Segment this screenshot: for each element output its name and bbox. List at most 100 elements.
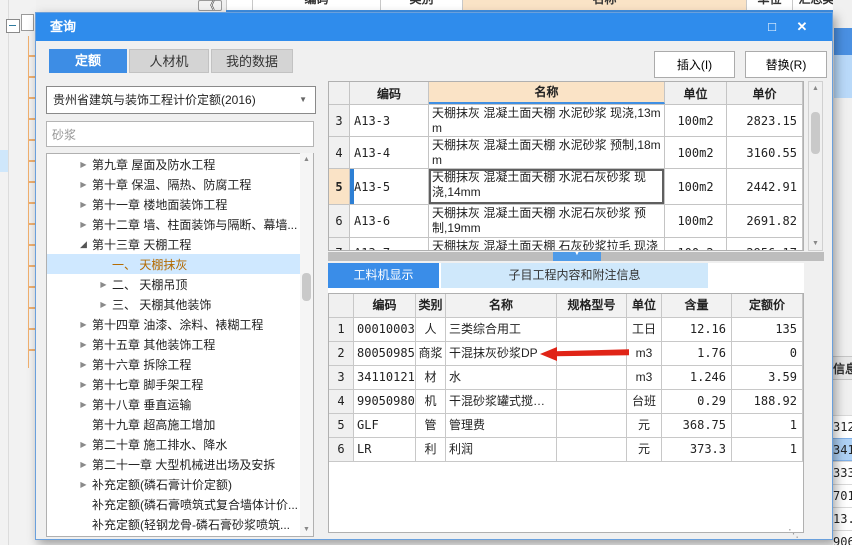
tree-scrollbar[interactable]: ▲ ▼ xyxy=(300,153,313,536)
tree-item[interactable]: 补充定额(预拌磷石膏-磷石膏砂浆喷筑... xyxy=(47,534,313,536)
column-header-name: 名称 xyxy=(462,0,746,10)
tree-item[interactable]: 二、 天棚吊顶 xyxy=(47,274,313,294)
tree-item[interactable]: 第十一章 楼地面装饰工程 xyxy=(47,194,313,214)
tree-item[interactable]: 三、 天棚其他装饰 xyxy=(47,294,313,314)
chevron-right-icon[interactable] xyxy=(97,280,110,289)
resize-grip-icon[interactable]: ⋱ xyxy=(788,527,799,539)
tab-labor-material-machine[interactable]: 人材机 xyxy=(129,49,209,73)
scroll-up-icon[interactable]: ▲ xyxy=(809,82,822,95)
background-selection-strip xyxy=(0,150,8,172)
table-row[interactable]: 3 A13-3 天棚抹灰 混凝土面天棚 水泥砂浆 现浇,13mm 100m2 2… xyxy=(329,105,803,137)
chevron-right-icon[interactable] xyxy=(77,400,90,409)
header-spec: 规格型号 xyxy=(557,294,627,317)
tree-item[interactable]: 第二十一章 大型机械进出场及安拆 xyxy=(47,454,313,474)
tab-quota[interactable]: 定额 xyxy=(49,49,127,73)
table-row[interactable]: 6 LR 利 利润 元 373.3 1 xyxy=(329,438,803,462)
table-row[interactable]: 5 GLF 管 管理费 元 368.75 1 xyxy=(329,414,803,438)
splitter-handle[interactable] xyxy=(553,252,601,261)
tree-item[interactable]: 第十四章 油漆、涂料、裱糊工程 xyxy=(47,314,313,334)
table-row[interactable]: 4 99050980 机 干混砂浆罐式搅… 台班 0.29 188.92 xyxy=(329,390,803,414)
table-row[interactable]: 3 34110121 材 水 m3 1.246 3.59 xyxy=(329,366,803,390)
chevron-right-icon[interactable] xyxy=(77,360,90,369)
detail-tab-bar: 工料机显示 子目工程内容和附注信息 xyxy=(328,263,804,293)
chevron-right-icon[interactable] xyxy=(77,180,90,189)
quota-scrollbar[interactable]: ▲ ▼ xyxy=(808,81,823,251)
tree-item[interactable]: 第十九章 超高施工增加 xyxy=(47,414,313,434)
chevron-right-icon[interactable] xyxy=(77,200,90,209)
header-unit: 单位 xyxy=(665,82,727,104)
background-left-panel xyxy=(0,0,36,545)
horizontal-scrollbar[interactable] xyxy=(328,252,824,261)
column-header-unit: 单位 xyxy=(746,0,792,10)
background-table-header: 《 编码 类别 名称 单位 汇总类别 xyxy=(198,0,852,12)
header-price: 单价 xyxy=(727,82,803,104)
tree-item[interactable]: 第十二章 墙、柱面装饰与隔断、幕墙... xyxy=(47,214,313,234)
insert-button[interactable]: 插入(I) xyxy=(654,51,735,78)
header-unit: 单位 xyxy=(627,294,662,317)
column-header xyxy=(226,0,252,10)
table-row[interactable]: 6 A13-6 天棚抹灰 混凝土面天棚 水泥石灰砂浆 预制,19mm 100m2… xyxy=(329,205,803,238)
quota-library-value: 贵州省建筑与装饰工程计价定额(2016) xyxy=(53,93,256,107)
divider xyxy=(8,0,9,545)
chevron-right-icon[interactable] xyxy=(77,340,90,349)
background-value: 13. xyxy=(833,507,852,530)
close-icon[interactable]: ✕ xyxy=(790,13,814,41)
scroll-up-icon[interactable]: ▲ xyxy=(300,153,313,166)
table-row-selected[interactable]: 5 A13-5 天棚抹灰 混凝土面天棚 水泥石灰砂浆 现浇,14mm 100m2… xyxy=(329,169,803,205)
chevron-right-icon[interactable] xyxy=(77,380,90,389)
tab-work-content-notes[interactable]: 子目工程内容和附注信息 xyxy=(441,263,708,288)
chevron-right-icon[interactable] xyxy=(97,300,110,309)
background-value: 333 xyxy=(833,461,852,484)
table-row[interactable]: 2 80050985 商浆 干混抹灰砂浆DP m3 1.76 0 xyxy=(329,342,803,366)
tab-my-data[interactable]: 我的数据 xyxy=(211,49,293,73)
chevron-right-icon[interactable] xyxy=(77,320,90,329)
quota-table: 编码 名称 单位 单价 3 A13-3 天棚抹灰 混凝土面天棚 水泥砂浆 现浇,… xyxy=(328,81,804,251)
column-header-code: 编码 xyxy=(252,0,380,10)
table-row[interactable]: 7 A13-7 天棚抹灰 混凝土面天棚 石灰砂浆拉毛 现浇 100m2 2956… xyxy=(329,238,803,250)
tree-item[interactable]: 补充定额(磷石膏计价定额) xyxy=(47,474,313,494)
table-row[interactable]: 4 A13-4 天棚抹灰 混凝土面天棚 水泥砂浆 预制,18mm 100m2 3… xyxy=(329,137,803,169)
tree-item[interactable]: 第十章 保温、隔热、防腐工程 xyxy=(47,174,313,194)
header-name: 名称 xyxy=(446,294,557,317)
collapse-panel-button: 《 xyxy=(198,0,222,12)
chevron-right-icon[interactable] xyxy=(77,160,90,169)
chevron-expanded-icon[interactable] xyxy=(77,239,90,250)
header-quantity: 含量 xyxy=(662,294,732,317)
quota-library-select[interactable]: 贵州省建筑与装饰工程计价定额(2016) ▼ xyxy=(46,86,316,114)
scroll-down-icon[interactable]: ▼ xyxy=(809,237,822,250)
background-value: 701 xyxy=(833,484,852,507)
quota-scrollbar-thumb[interactable] xyxy=(811,112,820,154)
quota-table-header: 编码 名称 单位 单价 xyxy=(329,82,803,105)
tree-item[interactable]: 第十五章 其他装饰工程 xyxy=(47,334,313,354)
search-input[interactable] xyxy=(46,121,314,147)
chapter-tree: 第九章 屋面及防水工程 第十章 保温、隔热、防腐工程 第十一章 楼地面装饰工程 … xyxy=(46,153,314,537)
tree-item[interactable]: 补充定额(磷石膏喷筑式复合墙体计价... xyxy=(47,494,313,514)
tree-item[interactable]: 第十七章 脚手架工程 xyxy=(47,374,313,394)
tree-scrollbar-thumb[interactable] xyxy=(302,273,311,301)
header-quota-price: 定额价 xyxy=(732,294,803,317)
dialog-titlebar[interactable]: 查询 □ ✕ xyxy=(36,13,832,41)
tree-collapse-icon xyxy=(6,19,20,33)
background-selected-cell xyxy=(834,28,852,55)
tree-item[interactable]: 第九章 屋面及防水工程 xyxy=(47,154,313,174)
tree-item[interactable]: 第十六章 拆除工程 xyxy=(47,354,313,374)
chevron-right-icon[interactable] xyxy=(77,440,90,449)
maximize-icon[interactable]: □ xyxy=(760,13,784,41)
tab-resource-display[interactable]: 工料机显示 xyxy=(328,263,439,288)
background-value: 312 xyxy=(833,415,852,438)
tree-item-selected[interactable]: 一、 天棚抹灰 xyxy=(47,254,313,274)
tree-item-expanded[interactable]: 第十三章 天棚工程 xyxy=(47,234,313,254)
chevron-right-icon[interactable] xyxy=(77,480,90,489)
table-row[interactable]: 1 00010003 人 三类综合用工 工日 12.16 135 xyxy=(329,318,803,342)
resource-table-header: 编码 类别 名称 规格型号 单位 含量 定额价 xyxy=(329,294,803,318)
tree-item[interactable]: 补充定额(轻钢龙骨-磷石膏砂浆喷筑... xyxy=(47,514,313,534)
tree-item[interactable]: 第十八章 垂直运输 xyxy=(47,394,313,414)
tree-item[interactable]: 第二十章 施工排水、降水 xyxy=(47,434,313,454)
background-value-highlighted: 341 xyxy=(833,438,852,461)
chevron-right-icon[interactable] xyxy=(77,220,90,229)
scroll-down-icon[interactable]: ▼ xyxy=(300,523,313,536)
dialog-body: 定额 人材机 我的数据 插入(I) 替换(R) 贵州省建筑与装饰工程计价定额(2… xyxy=(36,41,832,539)
replace-button[interactable]: 替换(R) xyxy=(745,51,827,78)
chevron-right-icon[interactable] xyxy=(77,460,90,469)
header-type: 类别 xyxy=(416,294,446,317)
